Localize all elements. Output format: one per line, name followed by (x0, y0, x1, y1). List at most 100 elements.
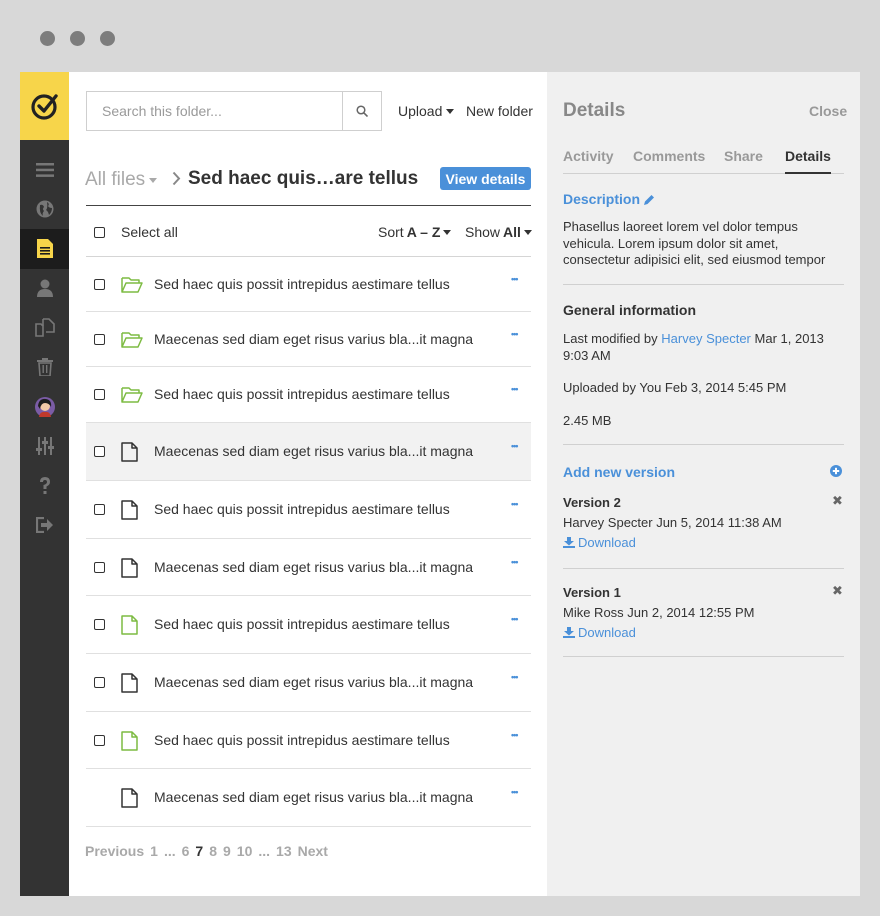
file-name[interactable]: Maecenas sed diam eget risus varius bla.… (154, 789, 473, 805)
sidebar-item-logout[interactable] (20, 506, 69, 546)
file-row[interactable]: Maecenas sed diam eget risus varius bla.… (86, 423, 531, 481)
file-name[interactable]: Sed haec quis possit intrepidus aestimar… (154, 501, 450, 517)
file-icon (121, 673, 138, 698)
new-folder-button[interactable]: New folder (466, 103, 533, 119)
more-actions-icon[interactable]: ••• (511, 441, 519, 451)
file-row[interactable]: Maecenas sed diam eget risus varius bla.… (86, 312, 531, 367)
pagination-page[interactable]: 13 (276, 843, 292, 859)
more-actions-icon[interactable]: ••• (511, 730, 519, 740)
user-icon (36, 279, 53, 298)
sidebar-item-users[interactable] (20, 269, 69, 309)
file-row[interactable]: Sed haec quis possit intrepidus aestimar… (86, 481, 531, 539)
row-checkbox[interactable] (94, 677, 105, 688)
download-link[interactable]: Download (563, 625, 636, 640)
tab-details[interactable]: Details (785, 148, 831, 174)
tab-activity[interactable]: Activity (563, 148, 614, 164)
file-size: 2.45 MB (563, 413, 612, 428)
divider (563, 284, 844, 285)
file-icon (121, 730, 138, 756)
file-name[interactable]: Maecenas sed diam eget risus varius bla.… (154, 331, 473, 347)
pagination-page-current[interactable]: 7 (195, 843, 203, 859)
more-actions-icon[interactable]: ••• (511, 557, 519, 567)
pagination-previous[interactable]: Previous (85, 843, 144, 859)
row-checkbox[interactable] (94, 504, 105, 515)
show-dropdown[interactable]: Show All (465, 224, 532, 240)
pagination-page[interactable]: 8 (209, 843, 217, 859)
remove-version-icon[interactable]: ✖ (832, 493, 843, 509)
file-row[interactable]: Sed haec quis possit intrepidus aestimar… (86, 257, 531, 312)
download-link[interactable]: Download (563, 535, 636, 550)
file-icon (121, 615, 138, 640)
sidebar-item-help[interactable] (20, 466, 69, 506)
row-checkbox[interactable] (94, 734, 105, 746)
view-details-button[interactable]: View details (440, 167, 531, 190)
tab-comments[interactable]: Comments (633, 148, 705, 164)
pagination-ellipsis: ... (163, 843, 176, 859)
row-checkbox[interactable] (94, 446, 105, 457)
window-dot-minimize[interactable] (70, 31, 85, 46)
file-row[interactable]: Maecenas sed diam eget risus varius bla.… (86, 769, 531, 827)
sidebar-item-trash[interactable] (20, 348, 69, 388)
row-checkbox[interactable] (94, 278, 105, 290)
sort-label: Sort (378, 224, 404, 240)
sidebar-item-profile[interactable] (20, 387, 69, 427)
tab-share[interactable]: Share (724, 148, 763, 164)
sidebar-item-documents[interactable] (20, 229, 69, 269)
window-dot-close[interactable] (40, 31, 55, 46)
sidebar-item-copies[interactable] (20, 308, 69, 348)
row-checkbox[interactable] (94, 619, 105, 630)
select-all-checkbox[interactable] (94, 227, 105, 238)
pagination-page[interactable]: 9 (223, 843, 231, 859)
row-checkbox[interactable] (94, 333, 105, 345)
sidebar-item-menu[interactable] (20, 150, 69, 190)
more-actions-icon[interactable]: ••• (511, 384, 519, 394)
sidebar-item-settings[interactable] (20, 427, 69, 467)
logo[interactable] (20, 72, 69, 140)
more-actions-icon[interactable]: ••• (511, 499, 519, 509)
file-row[interactable]: Sed haec quis possit intrepidus aestimar… (86, 596, 531, 654)
window-controls (40, 31, 115, 46)
pagination-page[interactable]: 1 (150, 843, 158, 859)
remove-version-icon[interactable]: ✖ (832, 583, 843, 599)
file-row[interactable]: Maecenas sed diam eget risus varius bla.… (86, 539, 531, 596)
more-actions-icon[interactable]: ••• (511, 614, 519, 624)
divider (563, 444, 844, 445)
last-modified-user-link[interactable]: Harvey Specter (661, 331, 751, 346)
chevron-right-icon (172, 171, 181, 186)
file-name[interactable]: Sed haec quis possit intrepidus aestimar… (154, 276, 450, 292)
file-name[interactable]: Sed haec quis possit intrepidus aestimar… (154, 386, 450, 402)
close-button[interactable]: Close (809, 103, 847, 119)
sidebar-item-globe[interactable] (20, 190, 69, 230)
download-label: Download (578, 535, 636, 550)
pagination-next[interactable]: Next (298, 843, 328, 859)
upload-dropdown[interactable]: Upload (398, 103, 455, 119)
plus-circle-icon[interactable] (830, 465, 842, 477)
more-actions-icon[interactable]: ••• (511, 329, 519, 339)
file-name[interactable]: Maecenas sed diam eget risus varius bla.… (154, 674, 473, 690)
file-name[interactable]: Sed haec quis possit intrepidus aestimar… (154, 732, 450, 748)
description-heading[interactable]: Description (563, 191, 655, 207)
sort-dropdown[interactable]: Sort A – Z (378, 224, 452, 240)
file-row[interactable]: Maecenas sed diam eget risus varius bla.… (86, 654, 531, 712)
file-name[interactable]: Maecenas sed diam eget risus varius bla.… (154, 443, 473, 459)
pagination-page[interactable]: 10 (237, 843, 253, 859)
file-name[interactable]: Maecenas sed diam eget risus varius bla.… (154, 559, 473, 575)
file-name[interactable]: Sed haec quis possit intrepidus aestimar… (154, 616, 450, 632)
row-checkbox[interactable] (94, 561, 105, 573)
search-input[interactable] (87, 92, 342, 130)
file-row[interactable]: Sed haec quis possit intrepidus aestimar… (86, 712, 531, 769)
add-new-version-link[interactable]: Add new version (563, 464, 675, 480)
search-box (86, 91, 382, 131)
file-row[interactable]: Sed haec quis possit intrepidus aestimar… (86, 367, 531, 423)
more-actions-icon[interactable]: ••• (511, 672, 519, 682)
pagination-page[interactable]: 6 (182, 843, 190, 859)
window-dot-maximize[interactable] (100, 31, 115, 46)
list-header: Select all Sort A – Z Show All (86, 205, 532, 257)
caret-down-icon (149, 177, 158, 183)
breadcrumb-all-files[interactable]: All files (85, 169, 158, 191)
more-actions-icon[interactable]: ••• (511, 787, 519, 797)
search-button[interactable] (342, 92, 381, 130)
file-icon (121, 788, 138, 813)
more-actions-icon[interactable]: ••• (511, 274, 519, 284)
row-checkbox[interactable] (94, 389, 105, 400)
